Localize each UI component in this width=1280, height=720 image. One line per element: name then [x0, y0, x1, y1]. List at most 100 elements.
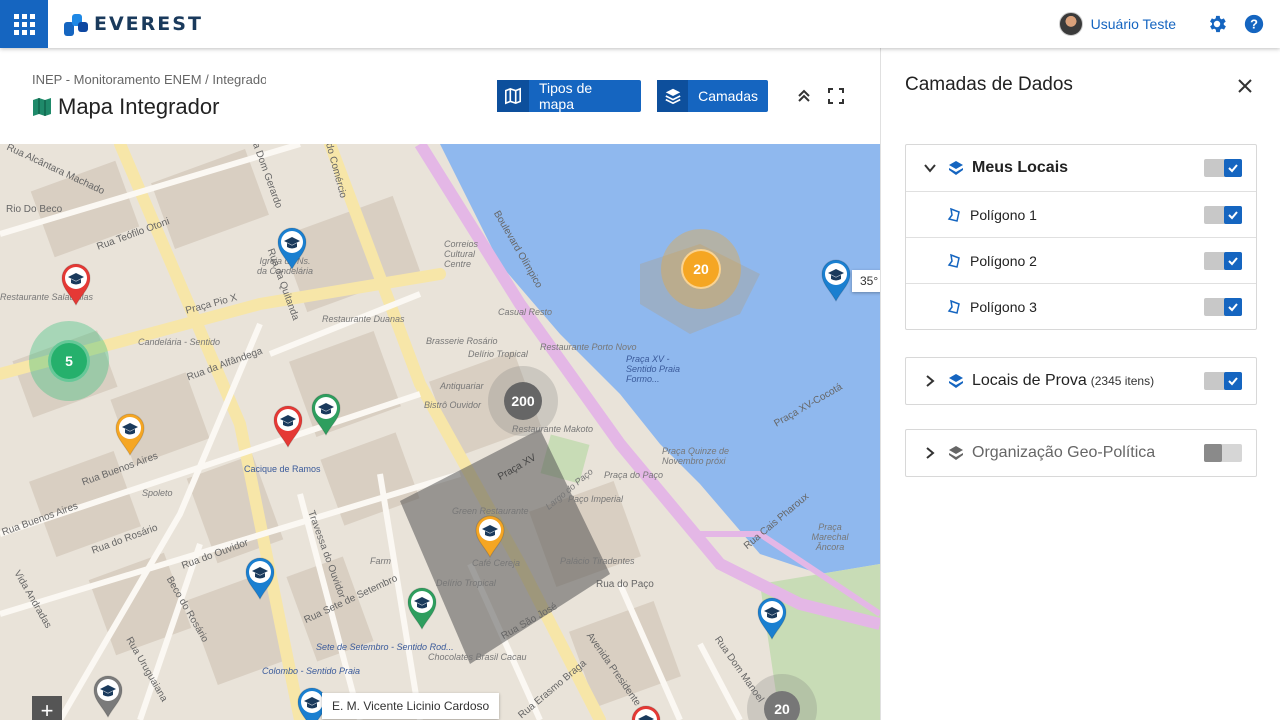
- user-avatar[interactable]: [1058, 12, 1083, 36]
- layer-group-meus-locais: Meus Locais Polígono 1 Polígono 2 Polígo…: [905, 144, 1257, 330]
- check-icon: [1224, 298, 1242, 316]
- layer-item-count: (2345 itens): [1090, 374, 1155, 388]
- street-label: Rio Do Beco: [6, 204, 63, 215]
- svg-text:?: ?: [1250, 17, 1258, 32]
- layers-icon: [949, 374, 963, 388]
- school-pin-marker[interactable]: [756, 596, 788, 641]
- layer-name: Polígono 3: [970, 298, 1037, 315]
- graduation-cap-icon: [821, 259, 851, 303]
- logo[interactable]: EVEREST: [64, 12, 203, 36]
- cluster-marker[interactable]: 20: [661, 229, 741, 309]
- poi-label: Delírio Tropical: [468, 349, 528, 359]
- chevron-right-icon[interactable]: [922, 445, 938, 461]
- layers-icon: [949, 446, 963, 460]
- poi-label: Praça XV - Sentido Praia Formo...: [626, 354, 681, 384]
- layers-label: Camadas: [698, 88, 758, 104]
- breadcrumb[interactable]: INEP - Monitoramento ENEM / Integrador: [32, 72, 266, 87]
- graduation-cap-icon: [757, 597, 787, 641]
- zoom-in-button[interactable]: +: [32, 696, 62, 720]
- poi-label: Colombo - Sentido Praia: [262, 666, 361, 676]
- school-pin-marker[interactable]: [244, 556, 276, 601]
- school-pin-marker[interactable]: [114, 412, 146, 457]
- school-tooltip: E. M. Vicente Licinio Cardoso: [322, 693, 500, 719]
- layer-row-poligono-1[interactable]: Polígono 1: [906, 191, 1256, 237]
- school-pin-marker[interactable]: [276, 226, 308, 271]
- layer-row-meus-locais[interactable]: Meus Locais: [906, 145, 1256, 191]
- graduation-cap-icon: [245, 557, 275, 601]
- polygon-icon: [947, 253, 960, 268]
- poi-label: Café Cereja: [472, 558, 521, 568]
- chevron-down-icon[interactable]: [922, 160, 938, 176]
- close-icon[interactable]: [1233, 74, 1257, 98]
- poi-label: Delírio Tropical: [436, 578, 496, 588]
- panel-title: Camadas de Dados: [905, 74, 1073, 95]
- cluster-count: 200: [504, 382, 542, 420]
- chevron-right-icon[interactable]: [922, 373, 938, 389]
- poi-label: Candelária - Sentido: [138, 337, 221, 347]
- layer-toggle[interactable]: [1204, 444, 1242, 462]
- polygon-icon: [947, 299, 960, 314]
- apps-menu-button[interactable]: [0, 0, 48, 48]
- map-types-label: Tipos de mapa: [538, 80, 593, 112]
- graduation-cap-icon: [93, 675, 123, 719]
- poi-label: Antiquariar: [440, 381, 484, 391]
- poi-label: Sete de Setembro - Sentido Rod...: [316, 642, 454, 652]
- layer-row-poligono-2[interactable]: Polígono 2: [906, 237, 1256, 283]
- layer-toggle[interactable]: [1204, 372, 1242, 390]
- data-layers-panel: Camadas de Dados Meus Locais Polígono 1 …: [880, 48, 1280, 720]
- school-pin-marker[interactable]: [60, 262, 92, 307]
- layer-name: Locais de Prova: [972, 372, 1087, 389]
- layer-toggle[interactable]: [1204, 252, 1242, 270]
- poi-label: Praça Marechal Âncora: [811, 522, 849, 552]
- poi-label: Praça Quinze de Novembro próxi: [662, 446, 730, 466]
- cluster-marker[interactable]: 200: [488, 366, 558, 436]
- map-icon: [33, 98, 51, 116]
- layer-toggle[interactable]: [1204, 206, 1242, 224]
- school-pin-marker[interactable]: [310, 392, 342, 437]
- graduation-cap-icon: [631, 705, 661, 720]
- poi-label: Bistrô Ouvidor: [424, 400, 482, 410]
- help-icon[interactable]: ?: [1242, 12, 1266, 36]
- poi-label: Farm: [370, 556, 391, 566]
- fullscreen-icon[interactable]: [826, 86, 846, 106]
- poi-label: Correios Cultural Centre: [444, 239, 479, 269]
- school-pin-marker[interactable]: [92, 674, 124, 719]
- collapse-up-icon[interactable]: [794, 86, 814, 106]
- layer-toggle[interactable]: [1204, 298, 1242, 316]
- school-pin-marker[interactable]: [820, 258, 852, 303]
- graduation-cap-icon: [311, 393, 341, 437]
- layer-row-poligono-3[interactable]: Polígono 3: [906, 283, 1256, 329]
- polygon-icon: [947, 207, 960, 222]
- layers-button[interactable]: Camadas: [657, 80, 768, 112]
- layer-row-locais-de-prova[interactable]: Locais de Prova (2345 itens): [906, 358, 1256, 404]
- map-types-button[interactable]: Tipos de mapa: [497, 80, 641, 112]
- cluster-count: 20: [764, 691, 800, 720]
- poi-label: Cacique de Ramos: [244, 464, 321, 474]
- layers-icon: [949, 161, 963, 175]
- layer-row-organizacao-geo-politica[interactable]: Organização Geo-Política: [906, 430, 1256, 476]
- school-pin-marker[interactable]: [474, 514, 506, 559]
- partial-tooltip: 35°: [852, 270, 880, 292]
- poi-label: Chocolates Brasil Cacau: [428, 652, 527, 662]
- user-name[interactable]: Usuário Teste: [1091, 16, 1176, 32]
- brand-name: EVEREST: [94, 13, 203, 35]
- graduation-cap-icon: [273, 405, 303, 449]
- layer-toggle[interactable]: [1204, 159, 1242, 177]
- settings-gear-icon[interactable]: [1205, 12, 1229, 36]
- layer-name: Meus Locais: [972, 159, 1069, 176]
- poi-label: Brasserie Rosário: [426, 336, 498, 346]
- poi-label: Palácio Tiradentes: [560, 556, 635, 566]
- check-icon: [1224, 372, 1242, 390]
- graduation-cap-icon: [475, 515, 505, 559]
- school-pin-marker[interactable]: [630, 704, 662, 720]
- graduation-cap-icon: [115, 413, 145, 457]
- cluster-marker[interactable]: 5: [29, 321, 109, 401]
- layer-name: Polígono 1: [970, 206, 1037, 223]
- check-icon: [1224, 159, 1242, 177]
- map-canvas[interactable]: Rua Alcântara Machado Rio Do Beco Rua Te…: [0, 144, 880, 720]
- school-pin-marker[interactable]: [272, 404, 304, 449]
- poi-label: Praça do Paço: [604, 470, 664, 480]
- school-pin-marker[interactable]: [406, 586, 438, 631]
- page-title: Mapa Integrador: [58, 94, 220, 119]
- street-label: Rua do Paço: [596, 579, 654, 590]
